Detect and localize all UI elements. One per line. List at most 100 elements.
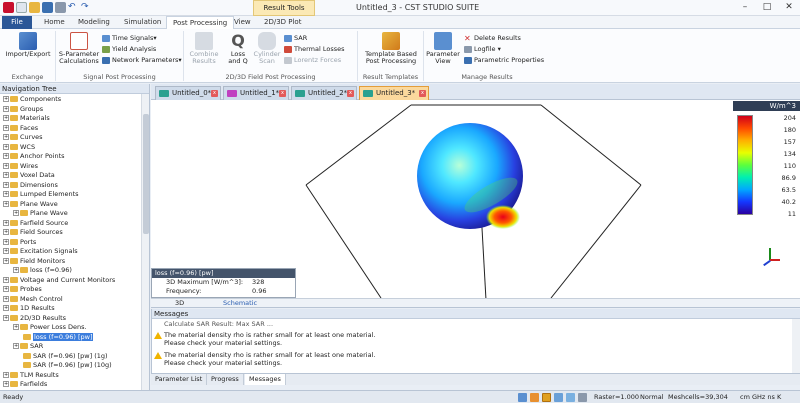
tree-item[interactable]: loss (f=0.96) [pw] — [23, 332, 94, 342]
close-tab-icon[interactable]: x — [211, 90, 218, 97]
new-file-icon[interactable] — [16, 2, 27, 13]
tree-item[interactable]: + WCS — [3, 142, 35, 152]
expand-toggle-icon[interactable]: + — [3, 219, 9, 226]
expand-toggle-icon[interactable]: + — [3, 295, 9, 302]
thermal-losses-button[interactable]: Thermal Losses — [284, 45, 344, 53]
tree-item[interactable]: + Anchor Points — [3, 151, 65, 161]
tree-item[interactable]: + TLM Results — [3, 370, 59, 380]
maximize-icon[interactable]: □ — [756, 0, 778, 16]
expand-toggle-icon[interactable]: + — [3, 257, 9, 264]
expand-toggle-icon[interactable]: + — [3, 124, 9, 131]
minimize-icon[interactable]: – — [734, 0, 756, 16]
tab-messages[interactable]: Messages — [245, 374, 286, 385]
expand-toggle-icon[interactable]: + — [3, 96, 9, 102]
network-parameters-button[interactable]: Network Parameters▾ — [102, 56, 182, 64]
doc-tab-untitled-0[interactable]: Untitled_0* x — [155, 86, 221, 100]
tree-item[interactable]: +2D/3D Results — [3, 313, 66, 323]
tree-item[interactable]: + Excitation Signals — [3, 246, 78, 256]
save-icon[interactable] — [42, 2, 53, 13]
app-logo-icon[interactable] — [3, 2, 14, 13]
close-tab-icon[interactable]: x — [347, 90, 354, 97]
expand-toggle-icon[interactable]: + — [3, 305, 9, 311]
delete-results-button[interactable]: ✕ Delete Results — [464, 34, 521, 42]
tab-2d3d-plot[interactable]: 2D/3D Plot — [258, 16, 307, 29]
import-export-button[interactable]: Import/Export — [4, 31, 52, 58]
expand-toggle-icon[interactable]: + — [3, 134, 9, 140]
tree-item[interactable]: + Voxel Data — [3, 170, 55, 180]
nav-scrollbar-thumb[interactable] — [143, 114, 149, 234]
view-options-icon[interactable] — [578, 393, 587, 402]
parametric-properties-button[interactable]: Parametric Properties — [464, 56, 544, 64]
combine-results-button[interactable]: Combine Results — [186, 31, 222, 65]
select-icon[interactable] — [554, 393, 563, 402]
expand-toggle-icon[interactable]: + — [3, 115, 9, 121]
tab-schematic[interactable]: Schematic — [223, 299, 257, 308]
tree-item[interactable]: + Groups — [3, 104, 43, 114]
doc-tab-untitled-1[interactable]: Untitled_1* x — [223, 86, 289, 100]
lorentz-forces-button[interactable]: Lorentz Forces — [284, 56, 341, 64]
tab-progress[interactable]: Progress — [207, 374, 244, 385]
tree-item[interactable]: + Wires — [3, 161, 38, 171]
tree-item[interactable]: + Faces — [3, 123, 38, 133]
s-parameter-calculations-button[interactable]: S-Parameter Calculations — [58, 31, 100, 65]
tab-simulation[interactable]: Simulation — [118, 16, 167, 29]
close-icon[interactable]: ✕ — [778, 0, 800, 16]
expand-toggle-icon[interactable]: + — [3, 172, 9, 178]
tab-modeling[interactable]: Modeling — [72, 16, 116, 29]
sar-button[interactable]: SAR — [284, 34, 307, 42]
expand-toggle-icon[interactable]: + — [13, 324, 19, 330]
rotate-icon[interactable] — [542, 393, 551, 402]
expand-toggle-icon[interactable]: + — [3, 238, 9, 245]
expand-toggle-icon[interactable]: + — [3, 314, 9, 321]
expand-toggle-icon[interactable]: + — [3, 276, 9, 283]
tree-item[interactable]: + Curves — [3, 132, 43, 142]
tree-item[interactable]: + Farfield Source — [3, 218, 68, 228]
tab-home[interactable]: Home — [38, 16, 71, 29]
tree-item[interactable]: + Components — [3, 94, 61, 104]
undo-icon[interactable]: ↶ — [68, 2, 79, 13]
expand-toggle-icon[interactable]: + — [3, 162, 9, 169]
fit-view-icon[interactable] — [566, 393, 575, 402]
time-signals-button[interactable]: Time Signals▾ — [102, 34, 157, 42]
expand-toggle-icon[interactable]: + — [3, 181, 9, 188]
tree-item[interactable]: + Field Monitors — [3, 256, 65, 266]
tree-item[interactable]: + Field Sources — [3, 227, 63, 237]
expand-toggle-icon[interactable]: + — [3, 286, 9, 292]
tab-3d[interactable]: 3D — [175, 299, 184, 308]
tab-view[interactable]: View — [228, 16, 257, 29]
expand-toggle-icon[interactable]: + — [3, 200, 9, 207]
expand-toggle-icon[interactable]: + — [13, 343, 19, 349]
expand-toggle-icon[interactable]: + — [3, 371, 9, 378]
zoom-icon[interactable] — [518, 393, 527, 402]
tree-item[interactable]: + Power Loss Dens. — [13, 322, 87, 332]
template-based-post-processing-button[interactable]: Template Based Post Processing — [360, 31, 422, 65]
tab-post-processing[interactable]: Post Processing — [166, 16, 235, 29]
close-tab-icon[interactable]: x — [279, 90, 286, 97]
expand-toggle-icon[interactable]: + — [3, 381, 9, 387]
open-folder-icon[interactable] — [29, 2, 40, 13]
cylinder-scan-button[interactable]: Cylinder Scan — [252, 31, 282, 65]
tree-item[interactable]: SAR (f=0.96) [pw] (10g) — [23, 360, 112, 370]
logfile-button[interactable]: Logfile ▾ — [464, 45, 501, 53]
tree-item[interactable]: + Lumped Elements — [3, 189, 79, 199]
loss-and-q-button[interactable]: Q Loss and Q — [224, 31, 252, 65]
tree-item[interactable]: + SAR — [13, 341, 43, 351]
tree-item[interactable]: SAR (f=0.96) [pw] (1g) — [23, 351, 108, 361]
expand-toggle-icon[interactable]: + — [13, 267, 19, 273]
yield-analysis-button[interactable]: Yield Analysis — [102, 45, 156, 53]
tab-parameter-list[interactable]: Parameter List — [151, 374, 208, 385]
expand-toggle-icon[interactable]: + — [3, 191, 9, 197]
print-icon[interactable] — [55, 2, 66, 13]
expand-toggle-icon[interactable]: + — [3, 105, 9, 112]
parameter-view-button[interactable]: Parameter View — [426, 31, 460, 65]
tree-item[interactable]: + Plane Wave — [3, 199, 58, 209]
expand-toggle-icon[interactable]: + — [13, 210, 19, 216]
tree-item[interactable]: + Probes — [3, 284, 42, 294]
expand-toggle-icon[interactable]: + — [3, 143, 9, 150]
expand-toggle-icon[interactable]: + — [3, 229, 9, 235]
doc-tab-untitled-3[interactable]: Untitled_3* x — [359, 86, 429, 100]
expand-toggle-icon[interactable]: + — [3, 153, 9, 159]
doc-tab-untitled-2[interactable]: Untitled_2* x — [291, 86, 357, 100]
nav-scrollbar[interactable] — [141, 94, 149, 390]
tree-item[interactable]: + Dimensions — [3, 180, 58, 190]
